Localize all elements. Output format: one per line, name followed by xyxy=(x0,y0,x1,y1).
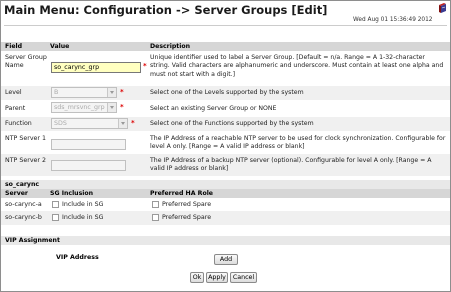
table-header: Field Value Description xyxy=(1,42,450,51)
include-in-sg-label-b: Include in SG xyxy=(62,214,104,221)
server-name-b: so-carync-b xyxy=(5,214,42,221)
field-label-function: Function xyxy=(5,120,32,127)
col-sg-inclusion: SG Inclusion xyxy=(50,190,94,197)
field-desc-parent: Select an existing Server Group or NONE xyxy=(150,105,277,112)
preferred-spare-label-b: Preferred Spare xyxy=(162,214,212,221)
ntp-server-2-input[interactable] xyxy=(51,160,126,171)
field-label-parent: Parent xyxy=(5,105,26,112)
field-desc-ntp1: The IP Address of a reachable NTP server… xyxy=(150,135,446,151)
apply-button[interactable]: Apply xyxy=(206,272,228,283)
page-title: Main Menu: Configuration -> Server Group… xyxy=(4,3,328,17)
required-marker: * xyxy=(120,88,124,96)
section-title-text: so_carync xyxy=(5,181,40,188)
field-desc-ntp2: The IP Address of a backup NTP server (o… xyxy=(150,157,432,173)
ok-button[interactable]: Ok xyxy=(190,272,204,283)
include-in-sg-checkbox-a[interactable] xyxy=(52,201,59,208)
field-label-ntp2: NTP Server 2 xyxy=(5,157,47,164)
vip-address-label: VIP Address xyxy=(56,254,99,261)
col-server: Server xyxy=(5,190,28,197)
field-desc-function: Select one of the Functions supported by… xyxy=(150,120,314,127)
col-field: Field xyxy=(5,43,23,50)
preferred-spare-checkbox-b[interactable] xyxy=(152,214,159,221)
add-vip-button[interactable]: Add xyxy=(214,254,238,265)
server-group-section-title: so_carync xyxy=(1,180,450,189)
field-desc-name: Unique identifier used to label a Server… xyxy=(150,54,444,78)
function-select[interactable]: SDS xyxy=(51,118,128,129)
col-ha-role: Preferred HA Role xyxy=(150,190,214,197)
chevron-down-icon xyxy=(107,88,116,97)
server-group-name-input[interactable]: so_carync_grp xyxy=(51,62,141,73)
required-marker: * xyxy=(120,103,124,111)
col-value: Value xyxy=(50,43,70,50)
vip-title-text: VIP Assignment xyxy=(5,237,60,244)
field-label-level: Level xyxy=(5,89,22,96)
required-marker: * xyxy=(143,62,147,70)
col-description: Description xyxy=(150,43,191,50)
level-select[interactable]: B xyxy=(51,87,117,98)
book-icon[interactable] xyxy=(438,3,447,13)
parent-value: sds_mrsvnc_grp xyxy=(54,104,105,111)
servers-table-header: Server SG Inclusion Preferred HA Role xyxy=(1,189,450,198)
field-label-ntp1: NTP Server 1 xyxy=(5,135,47,142)
chevron-down-icon xyxy=(107,103,116,112)
parent-select[interactable]: sds_mrsvnc_grp xyxy=(51,102,117,113)
datetime-label: Wed Aug 01 15:36:49 2012 xyxy=(353,17,433,23)
required-marker: * xyxy=(131,119,135,127)
field-desc-level: Select one of the Levels supported by th… xyxy=(150,89,304,96)
function-value: SDS xyxy=(54,120,67,127)
chevron-down-icon xyxy=(118,119,127,128)
include-in-sg-checkbox-b[interactable] xyxy=(52,214,59,221)
preferred-spare-checkbox-a[interactable] xyxy=(152,201,159,208)
cancel-button[interactable]: Cancel xyxy=(230,272,257,283)
include-in-sg-label-a: Include in SG xyxy=(62,201,104,208)
vip-section-title: VIP Assignment xyxy=(1,236,450,245)
server-name-a: so-carync-a xyxy=(5,201,42,208)
field-label-name: Server Group Name xyxy=(5,54,47,69)
preferred-spare-label-a: Preferred Spare xyxy=(162,201,212,208)
title-divider xyxy=(4,25,447,26)
level-value: B xyxy=(54,89,59,96)
ntp-server-1-input[interactable] xyxy=(51,139,126,150)
